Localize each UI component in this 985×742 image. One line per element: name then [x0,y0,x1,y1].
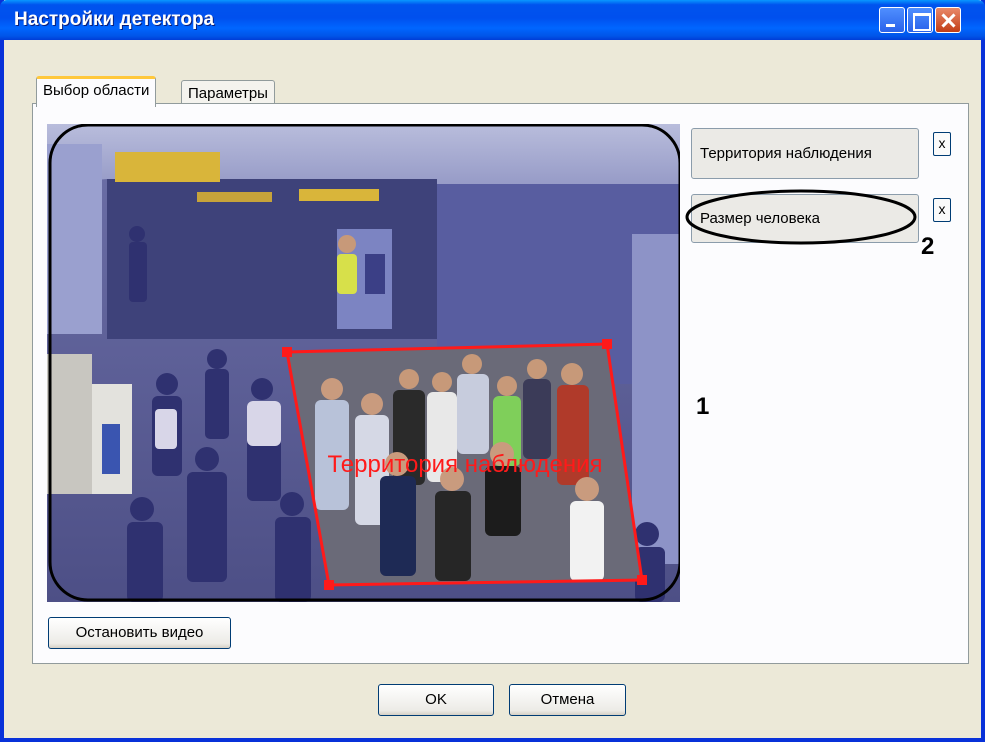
remove-person-size-area-button[interactable]: x [933,198,951,222]
zone-overlay-label: Территория наблюдения [327,451,602,478]
ok-button[interactable]: OK [378,684,494,716]
tab-area-selection[interactable]: Выбор области [36,76,157,107]
video-frame: Территория наблюдения [47,124,680,602]
cancel-button[interactable]: Отмена [509,684,626,716]
maximize-button[interactable] [907,7,933,33]
title-bar[interactable]: Настройки детектора [0,0,985,40]
callout-2: 2 [921,233,935,260]
area-button-observation[interactable]: Территория наблюдения [691,128,919,179]
remove-observation-area-button[interactable]: x [933,132,951,156]
video-preview[interactable]: Территория наблюдения [47,124,680,602]
callout-2-ellipse [685,189,917,245]
tab-parameters-label: Параметры [188,85,268,102]
close-icon: x [938,201,946,217]
tab-area-selection-label: Выбор области [43,82,150,99]
cancel-button-label: Отмена [540,691,595,708]
minimize-button[interactable] [879,7,905,33]
area-button-observation-label: Территория наблюдения [700,145,872,162]
stop-video-button[interactable]: Остановить видео [48,617,231,649]
close-icon: x [938,135,946,151]
window-title: Настройки детектора [14,9,215,30]
ok-button-label: OK [425,691,447,708]
close-button[interactable] [935,7,961,33]
stop-video-button-label: Остановить видео [75,624,204,641]
callout-1: 1 [696,393,710,420]
